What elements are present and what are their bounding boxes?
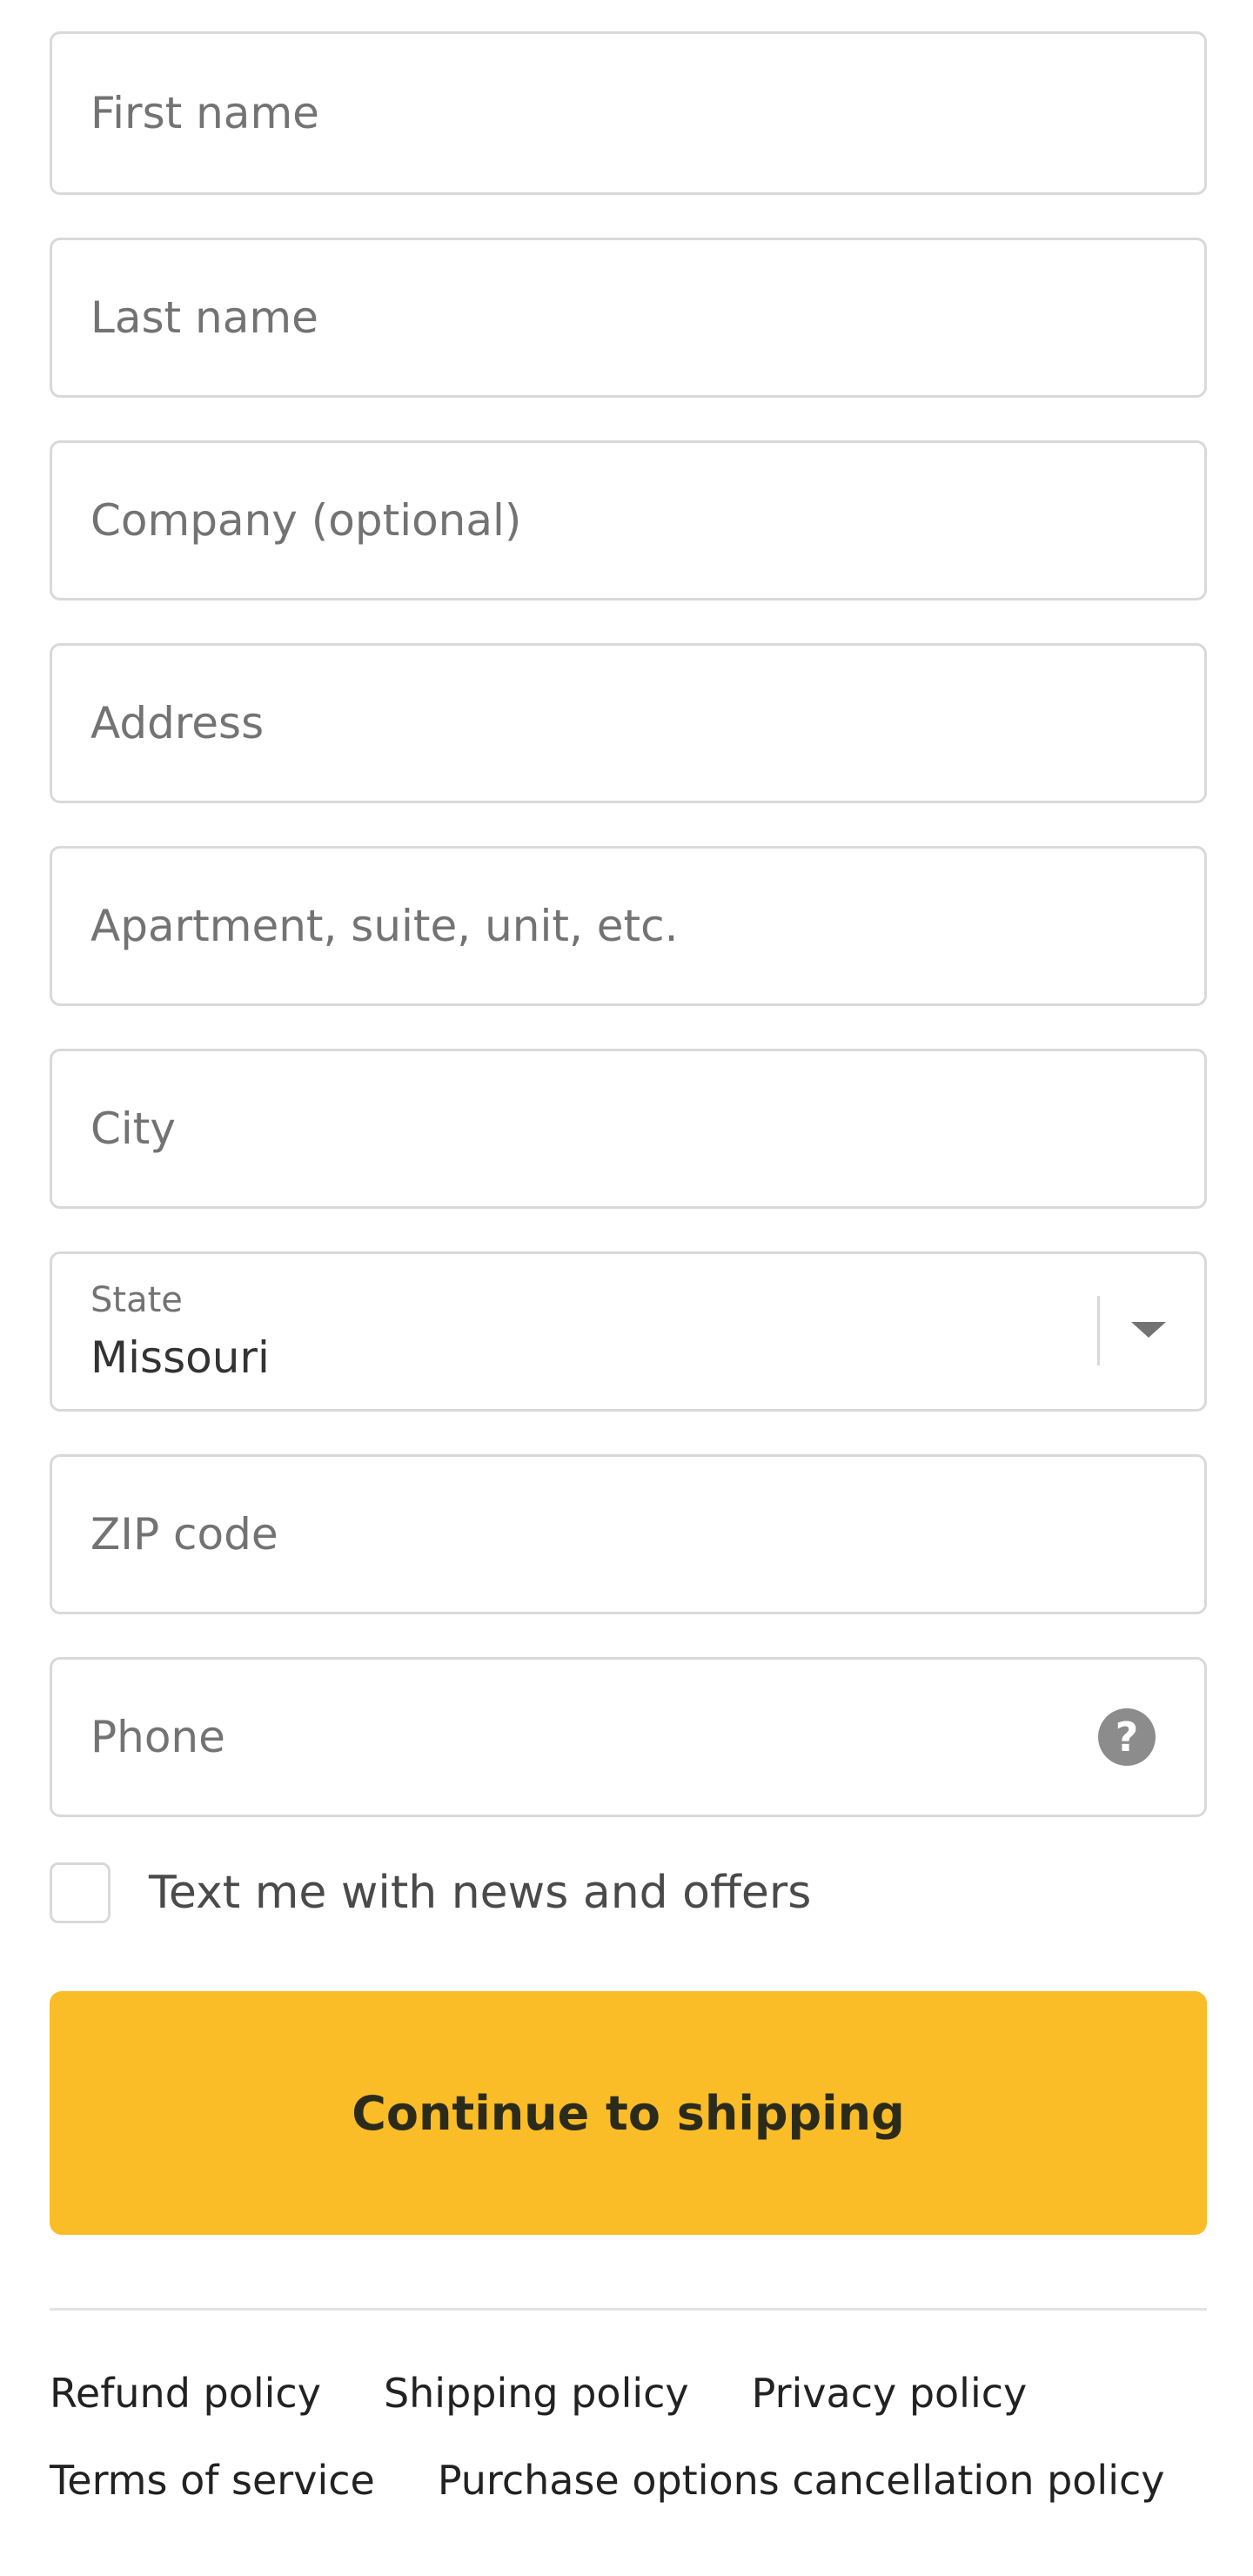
first-name-input[interactable] [52,34,1204,192]
state-select[interactable]: State Missouri [50,1251,1207,1412]
footer-row-2: Terms of service Purchase options cancel… [50,2454,1207,2506]
shipping-policy-link[interactable]: Shipping policy [384,2370,689,2417]
footer-row-1: Refund policy Shipping policy Privacy po… [50,2367,1207,2419]
city-field-wrapper [50,1049,1207,1209]
apartment-field-wrapper [50,846,1207,1006]
marketing-checkbox-label[interactable]: Text me with news and offers [149,1867,811,1919]
last-name-field-wrapper [50,238,1207,398]
address-form: State Missouri ? [50,31,1207,1860]
footer-links: Refund policy Shipping policy Privacy po… [50,2367,1207,2541]
phone-field-wrapper: ? [50,1657,1207,1817]
purchase-options-cancellation-policy-link[interactable]: Purchase options cancellation policy [438,2457,1165,2504]
marketing-checkbox[interactable] [50,1862,111,1923]
company-input[interactable] [52,443,1204,598]
privacy-policy-link[interactable]: Privacy policy [752,2370,1028,2417]
company-field-wrapper [50,440,1207,600]
first-name-field-wrapper [50,31,1207,195]
footer-divider [50,2308,1207,2311]
terms-of-service-link[interactable]: Terms of service [50,2457,375,2504]
address-input[interactable] [52,646,1204,801]
marketing-opt-in-row: Text me with news and offers [50,1862,811,1923]
chevron-down-icon[interactable] [1131,1322,1166,1338]
apartment-input[interactable] [52,849,1204,1003]
refund-policy-link[interactable]: Refund policy [50,2370,321,2417]
address-field-wrapper [50,643,1207,803]
question-circle-icon[interactable]: ? [1098,1708,1156,1766]
state-label: State [90,1280,183,1320]
continue-to-shipping-button[interactable]: Continue to shipping [50,1991,1207,2235]
state-value: Missouri [90,1332,270,1383]
city-input[interactable] [52,1051,1204,1206]
phone-input[interactable] [52,1660,1204,1815]
zip-code-input[interactable] [52,1457,1204,1612]
last-name-input[interactable] [52,240,1204,395]
zip-field-wrapper [50,1454,1207,1614]
select-divider [1097,1296,1100,1365]
